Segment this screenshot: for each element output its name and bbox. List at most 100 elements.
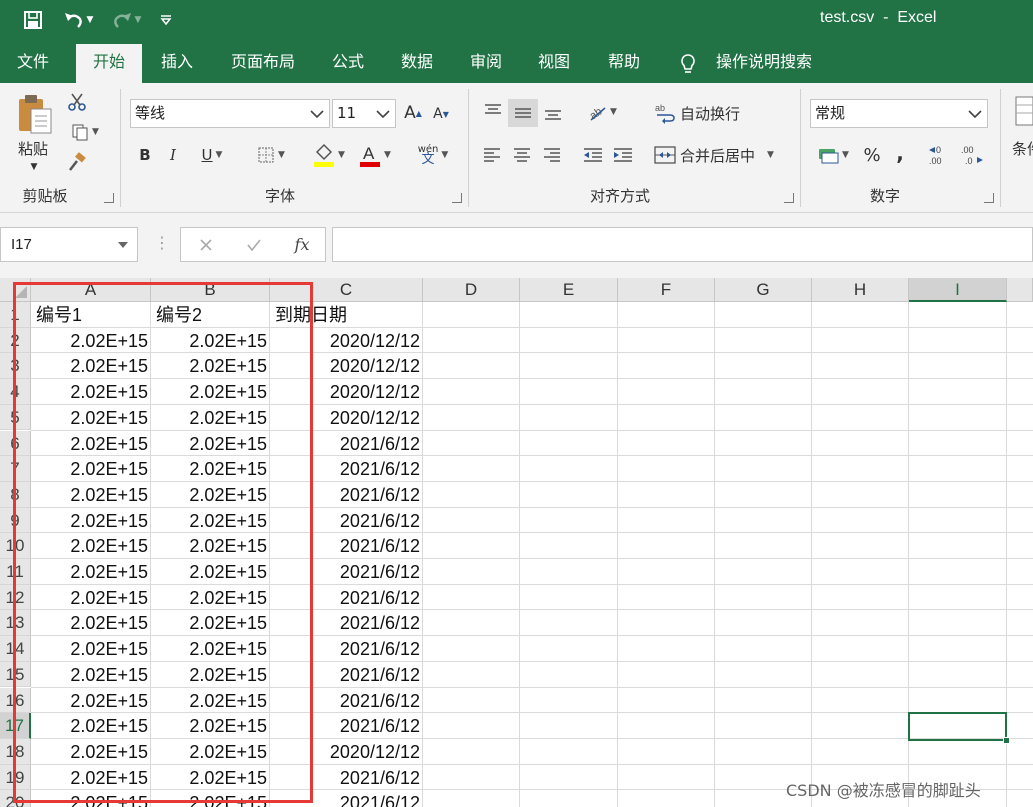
- lightbulb-icon[interactable]: [676, 44, 700, 83]
- paste-dropdown-icon[interactable]: ▼: [26, 161, 42, 173]
- font-color-icon[interactable]: A ▼: [354, 141, 396, 169]
- percent-button[interactable]: %: [860, 141, 884, 169]
- column-header-h[interactable]: H: [812, 278, 909, 302]
- borders-icon[interactable]: ▼: [250, 143, 292, 167]
- increase-indent-icon[interactable]: [610, 143, 636, 167]
- worksheet-grid: ABCDEFGHI 1 2 3 4 5 6 7 8 9 10 11 12 13 14 15 16 17 18 19 2…: [0, 278, 1033, 807]
- underline-button[interactable]: U ▼: [192, 143, 232, 167]
- name-box[interactable]: I17: [0, 227, 138, 262]
- column-gridline: [519, 302, 520, 807]
- column-gridline: [617, 302, 618, 807]
- column-gridline: [811, 302, 812, 807]
- align-center-icon[interactable]: [510, 143, 534, 167]
- active-cell[interactable]: [908, 712, 1007, 741]
- tab-help[interactable]: 帮助: [596, 44, 652, 83]
- alignment-launcher-icon[interactable]: [784, 193, 794, 203]
- decrease-indent-icon[interactable]: [580, 143, 606, 167]
- tab-page-layout[interactable]: 页面布局: [220, 44, 306, 83]
- shrink-font-button[interactable]: A ▼: [430, 103, 452, 125]
- svg-text:.0: .0: [965, 156, 973, 166]
- paste-button[interactable]: 粘贴: [12, 137, 54, 159]
- increase-decimal-icon[interactable]: 0.00: [926, 141, 954, 169]
- align-top-icon[interactable]: [480, 99, 506, 125]
- tab-formulas[interactable]: 公式: [320, 44, 376, 83]
- tab-insert[interactable]: 插入: [148, 44, 206, 83]
- column-header-d[interactable]: D: [423, 278, 520, 302]
- number-format-combo[interactable]: 常规: [810, 99, 988, 128]
- cut-icon[interactable]: [66, 91, 88, 113]
- wrap-text-label: 自动换行: [680, 104, 741, 123]
- underline-label: U: [201, 146, 213, 164]
- tab-file[interactable]: 文件: [0, 44, 66, 83]
- shrink-font-label: A: [433, 106, 443, 122]
- tab-review[interactable]: 审阅: [458, 44, 514, 83]
- wrap-text-icon: ab: [655, 103, 675, 124]
- cancel-icon[interactable]: [191, 228, 221, 261]
- formula-bar-grip-icon[interactable]: ⋮: [154, 233, 170, 252]
- tab-data[interactable]: 数据: [388, 44, 446, 83]
- font-name-combo[interactable]: 等线: [130, 99, 330, 128]
- chevron-down-icon: [375, 100, 391, 127]
- formula-buttons: fx: [180, 227, 326, 262]
- number-launcher-icon[interactable]: [984, 193, 994, 203]
- merge-center-label: 合并后居中: [680, 146, 756, 165]
- grow-font-label: A: [404, 103, 416, 123]
- group-divider: [1000, 89, 1001, 207]
- column-header-g[interactable]: G: [715, 278, 812, 302]
- ribbon-tabs: 文件 开始 插入 页面布局 公式 数据 审阅 视图 帮助 操作说明搜索: [0, 40, 1033, 83]
- orientation-icon[interactable]: ab ▼: [582, 99, 622, 125]
- fill-color-icon[interactable]: ▼: [308, 141, 350, 169]
- number-group-label: 数字: [869, 187, 900, 205]
- chevron-down-icon: [117, 228, 129, 261]
- italic-button[interactable]: I: [164, 143, 182, 167]
- font-size-value: 11: [337, 104, 357, 122]
- conditional-formatting-label[interactable]: 条件: [1012, 137, 1033, 159]
- font-size-combo[interactable]: 11: [332, 99, 396, 128]
- formula-input[interactable]: [332, 227, 1033, 262]
- redo-icon[interactable]: ▼: [106, 6, 146, 34]
- accounting-format-icon[interactable]: ▼: [812, 141, 854, 169]
- column-header-i[interactable]: I: [909, 278, 1007, 302]
- clipboard-group-label: 剪贴板: [22, 187, 68, 205]
- column-header-next[interactable]: [1007, 278, 1033, 302]
- save-icon[interactable]: [18, 6, 48, 34]
- undo-icon[interactable]: ▼: [58, 6, 98, 34]
- align-middle-icon[interactable]: [508, 99, 538, 127]
- column-header-f[interactable]: F: [618, 278, 715, 302]
- tell-me-search[interactable]: 操作说明搜索: [708, 44, 820, 83]
- svg-text:ab: ab: [588, 105, 605, 122]
- tab-home[interactable]: 开始: [76, 44, 142, 83]
- fill-handle[interactable]: [1003, 737, 1010, 744]
- svg-text:A: A: [363, 144, 375, 163]
- wrap-text-button[interactable]: ab 自动换行: [654, 99, 754, 127]
- svg-text:.00: .00: [961, 145, 974, 155]
- svg-text:ab: ab: [655, 103, 665, 113]
- decrease-decimal-icon[interactable]: .00.0: [958, 141, 986, 169]
- chevron-down-icon: [967, 100, 983, 127]
- grow-font-button[interactable]: A ▲: [402, 101, 424, 125]
- merge-center-button[interactable]: 合并后居中 ▼: [654, 141, 788, 169]
- svg-text:.00: .00: [929, 156, 942, 166]
- alignment-group-label: 对齐方式: [589, 187, 650, 205]
- comma-button[interactable]: ,: [890, 139, 910, 167]
- highlight-box: [13, 282, 313, 803]
- enter-icon[interactable]: [239, 228, 269, 261]
- copy-icon[interactable]: ▼: [64, 121, 106, 143]
- bold-button[interactable]: B: [136, 143, 154, 167]
- title-bar: ▼ ▼ test.csv - Excel: [0, 0, 1033, 40]
- phonetic-guide-icon[interactable]: wén 文 ▼: [412, 141, 454, 169]
- svg-text:0: 0: [936, 145, 941, 155]
- font-launcher-icon[interactable]: [452, 193, 462, 203]
- tab-view[interactable]: 视图: [526, 44, 582, 83]
- clipboard-launcher-icon[interactable]: [104, 193, 114, 203]
- customize-toolbar-icon[interactable]: [152, 6, 180, 34]
- conditional-formatting-icon[interactable]: [1012, 91, 1033, 131]
- insert-function-icon[interactable]: fx: [287, 228, 317, 261]
- group-divider: [468, 89, 469, 207]
- column-header-e[interactable]: E: [520, 278, 618, 302]
- format-painter-icon[interactable]: [66, 151, 88, 173]
- align-bottom-icon[interactable]: [540, 99, 566, 125]
- paste-icon[interactable]: [12, 93, 58, 137]
- align-right-icon[interactable]: [540, 143, 564, 167]
- align-left-icon[interactable]: [480, 143, 504, 167]
